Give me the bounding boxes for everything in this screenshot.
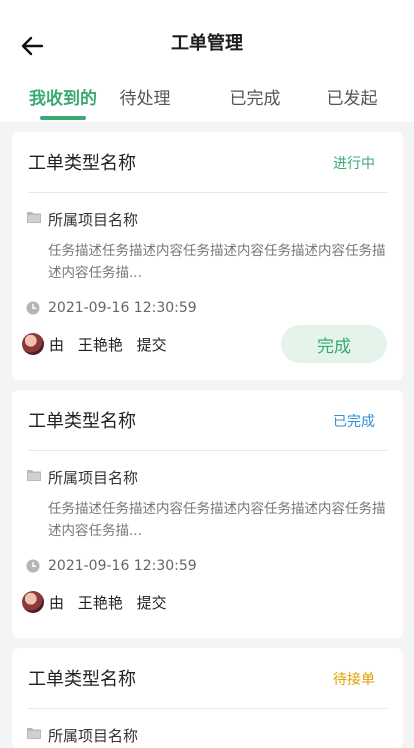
clock-icon [26, 301, 40, 315]
card-divider [28, 192, 387, 193]
submitter-info: 由 王艳艳 提交 [49, 592, 176, 613]
folder-icon [27, 728, 41, 739]
tab-bar: 我收到的 待处理 已完成 已发起 [0, 80, 414, 122]
task-description: 任务描述任务描述内容任务描述内容任务描述内容任务描述内容任务描... [48, 243, 386, 281]
task-description: 任务描述任务描述内容任务描述内容任务描述内容任务描述内容任务描... [48, 501, 386, 539]
submit-time: 2021-09-16 12:30:59 [48, 300, 197, 316]
submitter-info: 由 王艳艳 提交 [49, 334, 176, 355]
project-name: 所属项目名称 [48, 211, 139, 229]
submitter-name: 王艳艳 [77, 336, 123, 354]
card-type-name: 工单类型名称 [28, 669, 136, 690]
clock-icon [26, 559, 40, 573]
submit-time: 2021-09-16 12:30:59 [48, 558, 197, 574]
app-header: 工单管理 我收到的 待处理 已完成 已发起 [0, 0, 414, 122]
tab-pending[interactable]: 待处理 [95, 84, 195, 109]
active-tab-indicator [40, 116, 86, 120]
submitter-name: 王艳艳 [77, 594, 123, 612]
folder-icon [27, 470, 41, 481]
card-type-name: 工单类型名称 [28, 411, 136, 432]
complete-button[interactable]: 完成 [281, 325, 387, 363]
status-badge: 已完成 [333, 414, 375, 430]
work-order-card[interactable]: 工单类型名称 待接单 所属项目名称 [12, 648, 403, 748]
status-badge: 待接单 [333, 672, 375, 688]
card-type-name: 工单类型名称 [28, 153, 136, 174]
submit-prefix: 由 [49, 594, 65, 612]
page-title: 工单管理 [171, 33, 243, 54]
card-divider [28, 450, 387, 451]
work-order-card[interactable]: 工单类型名称 已完成 所属项目名称 任务描述任务描述内容任务描述内容任务描述内容… [12, 390, 403, 638]
work-order-card[interactable]: 工单类型名称 进行中 所属项目名称 任务描述任务描述内容任务描述内容任务描述内容… [12, 132, 403, 380]
avatar [22, 591, 44, 613]
status-badge: 进行中 [333, 156, 375, 172]
tab-initiated[interactable]: 已发起 [302, 84, 402, 109]
submit-suffix: 提交 [136, 336, 167, 354]
submit-prefix: 由 [49, 336, 65, 354]
submit-suffix: 提交 [136, 594, 167, 612]
project-name: 所属项目名称 [48, 469, 139, 487]
tab-completed[interactable]: 已完成 [205, 84, 305, 109]
avatar [22, 333, 44, 355]
card-divider [28, 708, 387, 709]
folder-icon [27, 212, 41, 223]
